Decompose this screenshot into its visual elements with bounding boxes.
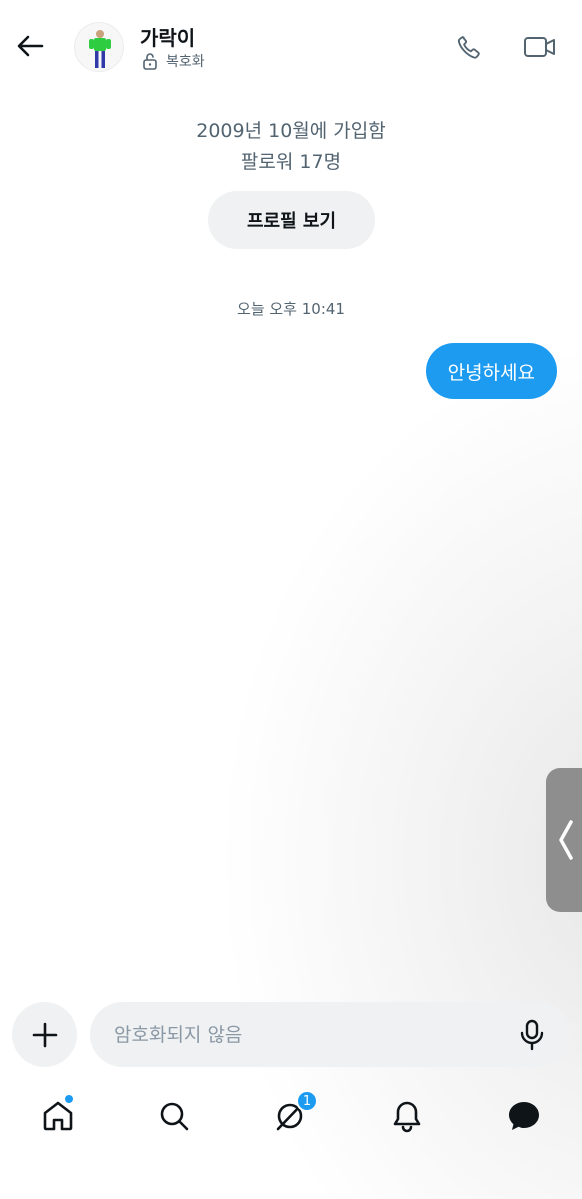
follower-count: 팔로워 17명 xyxy=(240,151,342,173)
notifications-icon xyxy=(393,1101,421,1133)
video-call-button[interactable] xyxy=(522,30,558,64)
nav-messages[interactable] xyxy=(502,1094,546,1138)
nav-search[interactable] xyxy=(152,1094,196,1138)
nav-grok[interactable]: 1 xyxy=(268,1090,318,1138)
back-button[interactable] xyxy=(12,28,48,64)
dm-conversation-screen: 가락이 복호화 2009년 10월에 가입함 팔로워 17명 프로필 보기 오늘… xyxy=(0,0,582,1199)
encryption-status: 복호화 xyxy=(142,51,205,71)
home-icon xyxy=(43,1101,73,1131)
chevron-left-icon xyxy=(559,820,573,860)
conversation-header: 가락이 복호화 xyxy=(0,0,582,96)
plus-icon xyxy=(32,1022,57,1047)
avatar-figure-icon xyxy=(89,30,111,68)
message-composer xyxy=(90,1002,570,1067)
outgoing-message-bubble[interactable]: 안녕하세요 xyxy=(425,343,557,399)
joined-date: 2009년 10월에 가입함 xyxy=(196,120,386,142)
grok-badge: 1 xyxy=(296,1090,318,1112)
home-notification-dot xyxy=(64,1094,74,1104)
contact-avatar[interactable] xyxy=(74,22,124,72)
message-timestamp: 오늘 오후 10:41 xyxy=(237,300,345,318)
contact-name[interactable]: 가락이 xyxy=(140,22,195,51)
nav-home[interactable] xyxy=(36,1094,80,1138)
voice-message-button[interactable] xyxy=(516,1018,548,1052)
search-icon xyxy=(160,1102,189,1131)
encryption-label: 복호화 xyxy=(166,54,205,70)
phone-icon xyxy=(457,36,480,59)
message-input[interactable] xyxy=(114,1002,504,1067)
voice-call-button[interactable] xyxy=(452,30,486,64)
video-camera-icon xyxy=(524,37,555,57)
unlock-icon xyxy=(143,53,157,70)
back-arrow-icon xyxy=(17,35,44,57)
bottom-navigation: 1 xyxy=(0,1080,582,1150)
edge-panel-handle[interactable] xyxy=(546,768,582,912)
messages-icon xyxy=(509,1102,539,1130)
nav-notifications[interactable] xyxy=(385,1094,429,1138)
add-attachment-button[interactable] xyxy=(12,1002,77,1067)
view-profile-button[interactable]: 프로필 보기 xyxy=(208,191,375,249)
microphone-icon xyxy=(520,1019,544,1051)
